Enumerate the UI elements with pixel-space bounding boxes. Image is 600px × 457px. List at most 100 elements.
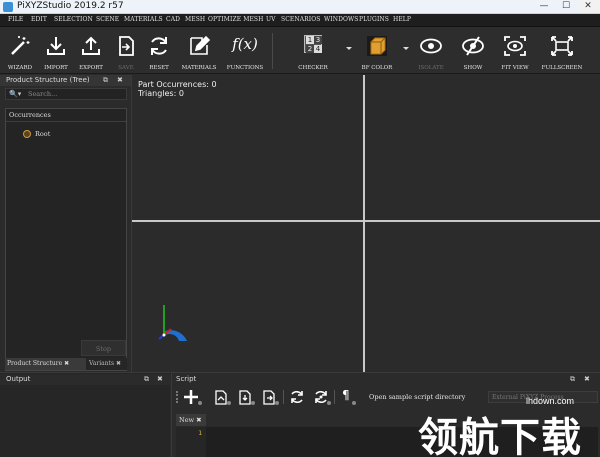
plus-badge-icon bbox=[198, 401, 202, 405]
float-panel-icon[interactable]: ⧉ bbox=[144, 374, 149, 385]
float-panel-icon[interactable]: ⧉ bbox=[570, 374, 575, 385]
toolbar-separator bbox=[334, 390, 335, 404]
tab-variants[interactable]: Variants ✖ bbox=[87, 358, 127, 370]
isolate-label: ISOLATE bbox=[418, 65, 444, 71]
occurrences-column-header[interactable]: Occurrences bbox=[6, 109, 126, 122]
watermark-text: 领航下载 bbox=[418, 415, 582, 457]
show-label: SHOW bbox=[463, 65, 483, 71]
occurrence-node-icon bbox=[23, 130, 31, 138]
tab-product-structure[interactable]: Product Structure ✖ bbox=[5, 358, 86, 370]
menu-materials[interactable]: MATERIALS bbox=[124, 16, 163, 23]
fullscreen-button[interactable]: FULLSCREEN bbox=[540, 27, 584, 74]
tree-search-box[interactable]: 🔍▾ Search... bbox=[5, 88, 127, 100]
part-occurrences-count: Part Occurrences: 0 bbox=[138, 80, 217, 89]
maximize-button[interactable]: ☐ bbox=[555, 0, 577, 13]
output-panel-header: Output ⧉ ✖ bbox=[0, 374, 170, 385]
output-panel: Output ⧉ ✖ bbox=[0, 372, 170, 457]
toolbar-separator bbox=[272, 33, 273, 69]
menu-mesh[interactable]: MESH bbox=[185, 16, 205, 23]
bf-color-button[interactable]: BF COLOR bbox=[357, 27, 397, 74]
script-panel-header: Script ⧉ ✖ bbox=[172, 374, 600, 385]
import-label: IMPORT bbox=[44, 65, 68, 71]
minimize-button[interactable]: — bbox=[533, 0, 555, 13]
menu-cad[interactable]: CAD bbox=[166, 16, 180, 23]
occurrence-tree[interactable]: Occurrences Root bbox=[5, 108, 127, 371]
menu-scenarios[interactable]: SCENARIOS bbox=[281, 16, 320, 23]
stop-button[interactable]: Stop bbox=[81, 340, 126, 356]
materials-button[interactable]: MATERIALS bbox=[179, 27, 219, 74]
fit-view-label: FIT VIEW bbox=[501, 65, 529, 71]
scene-stats: Part Occurrences: 0 Triangles: 0 bbox=[138, 80, 217, 98]
bf-color-dropdown-arrow-icon[interactable] bbox=[403, 47, 409, 50]
checker-digit: 2 bbox=[306, 45, 314, 53]
pilcrow-icon[interactable]: ¶ bbox=[342, 388, 350, 402]
fit-view-button[interactable]: FIT VIEW bbox=[495, 27, 535, 74]
tree-panel-header: Product Structure (Tree) ⧉ ✖ bbox=[0, 75, 131, 86]
3d-viewport[interactable]: Part Occurrences: 0 Triangles: 0 bbox=[131, 75, 600, 372]
run-badge-icon bbox=[327, 401, 331, 405]
fit-view-eye-icon bbox=[504, 36, 526, 56]
menu-scene[interactable]: SCENE bbox=[96, 16, 119, 23]
fullscreen-label: FULLSCREEN bbox=[541, 65, 583, 71]
triangles-count: Triangles: 0 bbox=[138, 89, 184, 98]
save-file-icon bbox=[119, 36, 134, 56]
pilcrow-badge-icon bbox=[352, 401, 356, 405]
menu-selection[interactable]: SELECTION bbox=[54, 16, 93, 23]
materials-label: MATERIALS bbox=[181, 65, 217, 71]
toolbar-grip bbox=[176, 391, 178, 403]
menu-plugins[interactable]: PLUGINS bbox=[359, 16, 389, 23]
checker-digit: 4 bbox=[314, 45, 322, 53]
pencil-edit-icon bbox=[190, 35, 211, 55]
import-button[interactable]: IMPORT bbox=[40, 27, 72, 74]
tree-panel-title: Product Structure (Tree) bbox=[6, 76, 90, 84]
menu-optimize-mesh[interactable]: OPTIMIZE MESH bbox=[208, 16, 263, 23]
close-panel-icon[interactable]: ✖ bbox=[157, 374, 163, 385]
wizard-button[interactable]: WIZARD bbox=[4, 27, 36, 74]
export-button[interactable]: EXPORT bbox=[75, 27, 107, 74]
title-bar: PiXYZStudio 2019.2 r57 — ☐ ✕ bbox=[0, 0, 600, 14]
close-panel-icon[interactable]: ✖ bbox=[117, 75, 123, 86]
window-title: PiXYZStudio 2019.2 r57 bbox=[17, 1, 124, 11]
app-logo-icon bbox=[3, 2, 13, 12]
search-icon[interactable]: 🔍▾ bbox=[9, 90, 21, 98]
cube-icon bbox=[367, 36, 387, 56]
script-panel-title: Script bbox=[176, 375, 197, 383]
tab-new-script[interactable]: New ✖ bbox=[176, 414, 206, 426]
checker-digit: 3 bbox=[314, 36, 322, 44]
functions-label: FUNCTIONS bbox=[226, 65, 264, 71]
site-watermark: lhdown.com 领航下载 bbox=[418, 396, 600, 457]
import-icon bbox=[47, 37, 65, 55]
viewport-split-vertical[interactable] bbox=[363, 75, 365, 372]
tree-bottom-tabs: Product Structure ✖ Variants ✖ bbox=[5, 358, 127, 370]
menu-edit[interactable]: EDIT bbox=[31, 16, 47, 23]
close-button[interactable]: ✕ bbox=[577, 0, 599, 13]
tree-node-root[interactable]: Root bbox=[23, 129, 50, 139]
menu-file[interactable]: FILE bbox=[8, 16, 23, 23]
product-structure-panel: Product Structure (Tree) ⧉ ✖ 🔍▾ Search..… bbox=[0, 75, 131, 372]
functions-button[interactable]: f(x) FUNCTIONS bbox=[225, 27, 265, 74]
reload-script-icon[interactable] bbox=[288, 388, 306, 406]
export-label: EXPORT bbox=[79, 65, 103, 71]
checker-button[interactable]: 1 3 2 4 CHECKER bbox=[295, 27, 331, 74]
viewport-split-horizontal[interactable] bbox=[132, 220, 600, 222]
float-panel-icon[interactable]: ⧉ bbox=[103, 75, 108, 86]
export-icon bbox=[82, 36, 100, 55]
search-input[interactable]: Search... bbox=[28, 90, 57, 98]
checker-dropdown-arrow-icon[interactable] bbox=[346, 47, 352, 50]
save-button[interactable]: SAVE bbox=[110, 27, 142, 74]
menu-windows[interactable]: WINDOWS bbox=[324, 16, 359, 23]
save-badge-icon bbox=[251, 401, 255, 405]
show-button[interactable]: SHOW bbox=[455, 27, 491, 74]
isolate-button[interactable]: ISOLATE bbox=[413, 27, 449, 74]
reset-button[interactable]: RESET bbox=[143, 27, 175, 74]
function-icon: f(x) bbox=[232, 35, 258, 53]
pixyz-studio-window: PiXYZStudio 2019.2 r57 — ☐ ✕ FILE EDIT S… bbox=[0, 0, 600, 457]
menu-uv[interactable]: UV bbox=[266, 16, 276, 23]
export-badge-icon bbox=[275, 401, 279, 405]
reset-icon bbox=[151, 37, 167, 55]
fullscreen-icon bbox=[551, 36, 573, 56]
open-badge-icon bbox=[227, 401, 231, 405]
menu-help[interactable]: HELP bbox=[393, 16, 411, 23]
menu-bar: FILE EDIT SELECTION SCENE MATERIALS CAD … bbox=[0, 14, 600, 27]
close-panel-icon[interactable]: ✖ bbox=[584, 374, 590, 385]
